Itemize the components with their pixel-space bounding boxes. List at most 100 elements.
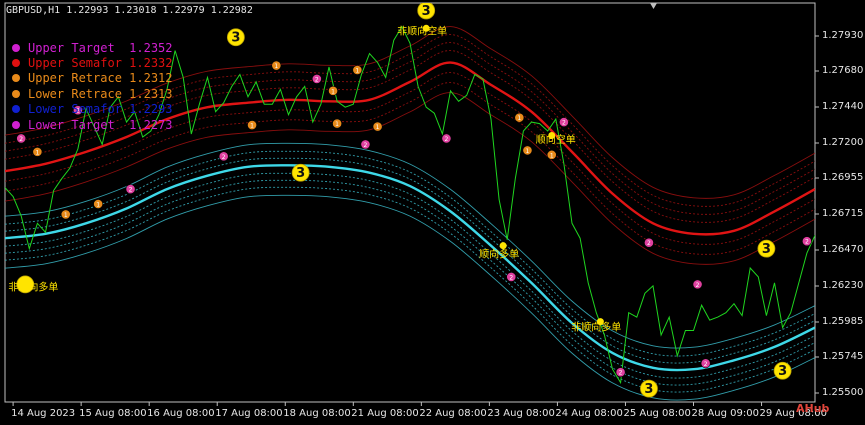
pivot-marker: 2: [802, 236, 812, 247]
semafor-badge: 3: [291, 163, 310, 182]
pivot-marker: 1: [93, 199, 104, 209]
x-tick-label: 14 Aug 2023: [11, 408, 76, 419]
x-tick-label: 16 Aug 08:00: [147, 408, 215, 419]
y-tick-label: 1.27930: [822, 30, 864, 41]
signal-label: 非顺向多单: [571, 321, 621, 334]
pivot-marker: 1: [328, 85, 338, 96]
semafor-badge-digit: 3: [778, 364, 787, 379]
legend-dot-icon: [12, 120, 20, 129]
y-tick-label: 1.26470: [822, 244, 864, 255]
semafor-badge-digit: 3: [422, 4, 431, 19]
pivot-marker-digit: 2: [509, 274, 513, 281]
pivot-marker: 2: [125, 184, 136, 195]
pivot-marker-digit: 2: [704, 361, 708, 368]
pivot-marker-digit: 2: [562, 120, 566, 127]
signal-annotation: 非顺向多单: [8, 280, 58, 293]
pivot-marker-digit: 2: [364, 142, 368, 149]
legend-lower-retrace: Lower Retrace 1.2313: [12, 86, 173, 101]
pivot-marker: 1: [60, 209, 71, 220]
semafor-badge: 3: [773, 361, 792, 380]
watermark: AHub: [796, 402, 830, 415]
pivot-marker-digit: 1: [250, 123, 254, 130]
y-tick-label: 1.25500: [822, 387, 864, 398]
pivot-marker: 2: [311, 74, 322, 84]
signal-point: [499, 242, 507, 250]
pivot-marker: 2: [644, 237, 654, 248]
semafor-badge-digit: 3: [644, 382, 653, 397]
signal-label: 顺向多单: [479, 248, 519, 261]
semafor-badge-digit: 3: [296, 166, 305, 181]
symbol-header: GBPUSD,H1 1.22993 1.23018 1.22979 1.2298…: [6, 5, 253, 16]
pivot-marker-digit: 1: [96, 201, 100, 208]
signal-annotation: 顺向多单: [479, 242, 519, 261]
legend-upper-semafor: Upper Semafor 1.2332: [12, 55, 173, 70]
y-tick-label: 1.25745: [822, 351, 864, 362]
pivot-marker-digit: 1: [274, 63, 278, 70]
legend-label: Upper Target 1.2352: [28, 40, 173, 55]
signal-label: 顺向空单: [536, 133, 576, 146]
pivot-marker: 1: [271, 60, 282, 71]
chart-root: 2 1 1 2 1 2 2 1 1 2 1 1 1 2 1 2 1 1 1 2 2 2 2 2 2 2 3 3 3 3 3 3 非顺向空单 顺向空…: [0, 0, 865, 425]
semafor-badge: 3: [640, 379, 658, 398]
legend-dot-icon: [12, 43, 20, 52]
legend-dot-icon: [12, 89, 20, 98]
pivot-marker: 2: [692, 279, 703, 290]
pivot-marker: 1: [352, 65, 363, 75]
pivot-marker-digit: 1: [517, 115, 521, 122]
pivot-marker: 1: [514, 112, 525, 123]
semafor-badge: 3: [757, 239, 776, 258]
pivot-marker: 2: [700, 358, 711, 369]
pivot-marker-digit: 2: [129, 187, 133, 194]
legend-label: Upper Retrace 1.2312: [28, 71, 173, 86]
legend-upper-retrace: Upper Retrace 1.2312: [12, 71, 173, 86]
lower-envelope-line: [5, 142, 815, 349]
pivot-marker-digit: 1: [550, 152, 554, 159]
x-tick-label: 22 Aug 08:00: [419, 408, 487, 419]
legend-lower-semafor: Lower Semafor 1.2293: [12, 102, 173, 117]
legend-label: Lower Semafor 1.2293: [28, 102, 173, 117]
legend-dot-icon: [12, 105, 20, 114]
indicator-legend: Upper Target 1.2352 Upper Semafor 1.2332…: [12, 40, 173, 132]
y-tick-label: 1.25985: [822, 316, 864, 327]
signal-label: 非顺向空单: [397, 24, 447, 37]
semafor-badge: 3: [417, 3, 436, 20]
semafor-badge-digit: 3: [231, 31, 240, 46]
pivot-marker-digit: 1: [35, 149, 39, 156]
pivot-marker-digit: 2: [805, 239, 809, 246]
pivot-marker-digit: 1: [335, 121, 339, 128]
pivot-marker-digit: 2: [647, 240, 651, 247]
x-tick-label: 24 Aug 08:00: [555, 408, 623, 419]
signal-annotation: 非顺向空单: [397, 24, 447, 37]
y-tick-label: 1.26955: [822, 172, 864, 183]
y-tick-label: 1.26715: [822, 208, 864, 219]
pivot-marker: 1: [247, 120, 257, 130]
pivot-marker-digit: 1: [331, 88, 335, 95]
legend-dot-icon: [12, 74, 20, 83]
legend-dot-icon: [12, 59, 20, 68]
pivot-marker: 2: [615, 367, 626, 378]
pivot-marker-digit: 2: [315, 76, 319, 83]
y-tick-label: 1.27680: [822, 65, 864, 76]
legend-label: Upper Semafor 1.2332: [28, 56, 173, 71]
legend-lower-target: Lower Target 1.2273: [12, 117, 173, 132]
semafor-badge: 3: [226, 28, 245, 47]
pivot-marker: 2: [16, 133, 27, 144]
pivot-marker: 2: [506, 272, 517, 282]
pivot-marker-digit: 1: [376, 124, 380, 131]
pivot-marker-digit: 1: [526, 148, 530, 155]
legend-upper-target: Upper Target 1.2352: [12, 40, 173, 55]
pivot-marker: 2: [218, 151, 229, 162]
pivot-marker: 2: [441, 133, 452, 144]
pivot-marker-digit: 2: [619, 370, 623, 377]
pivot-marker-digit: 1: [355, 67, 359, 74]
legend-label: Lower Target 1.2273: [28, 117, 173, 132]
pivot-marker: 1: [522, 145, 533, 156]
legend-label: Lower Retrace 1.2313: [28, 86, 173, 101]
x-tick-label: 18 Aug 08:00: [283, 408, 351, 419]
lower-envelope-line: [5, 186, 815, 393]
signal-annotation: 顺向空单: [536, 132, 576, 146]
pivot-marker: 1: [372, 121, 383, 132]
y-tick-label: 1.27440: [822, 101, 864, 112]
x-tick-label: 28 Aug 09:00: [691, 408, 759, 419]
y-tick-label: 1.26230: [822, 280, 864, 291]
